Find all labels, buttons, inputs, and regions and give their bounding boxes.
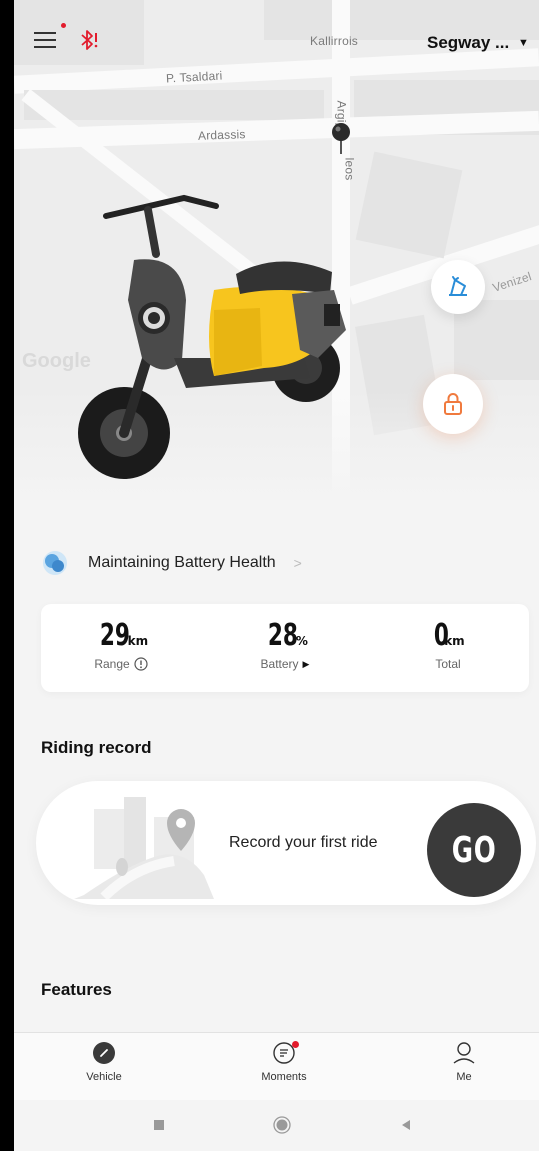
nav-me-label: Me	[456, 1071, 472, 1083]
total-label: Total	[435, 657, 461, 671]
notification-dot	[61, 23, 66, 28]
lock-icon	[444, 393, 462, 415]
go-label: GO	[451, 829, 497, 871]
scooter-image	[78, 194, 346, 479]
battery-value: 28	[267, 618, 299, 653]
back-icon[interactable]	[399, 1118, 413, 1132]
ride-route-illustration	[74, 797, 214, 899]
lock-button[interactable]	[423, 374, 483, 434]
play-icon[interactable]: ▶	[303, 659, 310, 670]
map-block	[24, 90, 324, 120]
battery-health-label: Maintaining Battery Health	[88, 554, 276, 571]
record-prompt: Record your first ride	[229, 834, 378, 851]
map-label-venizel: Venizel	[490, 269, 534, 295]
top-bar: Segway ... ▼	[14, 0, 539, 80]
total-value: 0	[434, 618, 450, 653]
map-block	[355, 151, 463, 259]
map-label-ardassis: Ardassis	[197, 127, 246, 143]
location-pin-icon[interactable]	[330, 122, 352, 156]
battery-label: Battery	[260, 657, 299, 671]
stats-card: 29km Range 28% Battery ▶ 0 km Total	[41, 604, 529, 692]
nav-moments[interactable]: Moments	[234, 1041, 334, 1083]
battery-health-link[interactable]: Maintaining Battery Health >	[42, 546, 302, 580]
bluetooth-disconnected-icon[interactable]	[79, 28, 101, 52]
battery-health-icon	[43, 551, 67, 575]
map-label-leos: leos	[342, 157, 357, 181]
bottom-nav: Vehicle Moments Me	[14, 1032, 539, 1101]
nav-vehicle-label: Vehicle	[86, 1071, 122, 1083]
chevron-right-icon: >	[293, 555, 302, 571]
vehicle-icon	[93, 1042, 115, 1064]
stat-battery[interactable]: 28% Battery ▶	[220, 618, 350, 671]
app-screen: Kallirrois P. Tsaldari Ardassis Argip le…	[14, 0, 539, 1151]
nav-me[interactable]: Me	[414, 1041, 514, 1083]
riding-record-card[interactable]: Record your first ride GO	[36, 781, 536, 905]
moments-notification-dot	[292, 1041, 299, 1048]
features-title: Features	[41, 980, 112, 999]
device-selector[interactable]: Segway ...	[427, 33, 509, 53]
chevron-down-icon[interactable]: ▼	[518, 37, 529, 49]
stat-total[interactable]: 0km Total	[383, 618, 513, 671]
range-label: Range	[94, 657, 130, 671]
range-value: 29	[99, 618, 130, 653]
riding-record-title: Riding record	[41, 738, 152, 757]
nav-moments-label: Moments	[261, 1071, 307, 1083]
home-icon[interactable]	[273, 1116, 291, 1134]
stat-range[interactable]: 29km Range	[56, 618, 186, 671]
system-nav-bar	[14, 1100, 539, 1151]
recents-icon[interactable]	[152, 1118, 166, 1132]
range-unit: km	[127, 634, 149, 648]
go-button[interactable]: GO	[427, 803, 521, 897]
menu-icon[interactable]	[34, 30, 60, 52]
navigation-button[interactable]	[431, 260, 485, 314]
navigation-icon	[449, 276, 467, 296]
nav-vehicle[interactable]: Vehicle	[54, 1041, 154, 1083]
me-icon	[453, 1042, 475, 1064]
info-icon[interactable]	[134, 657, 148, 671]
